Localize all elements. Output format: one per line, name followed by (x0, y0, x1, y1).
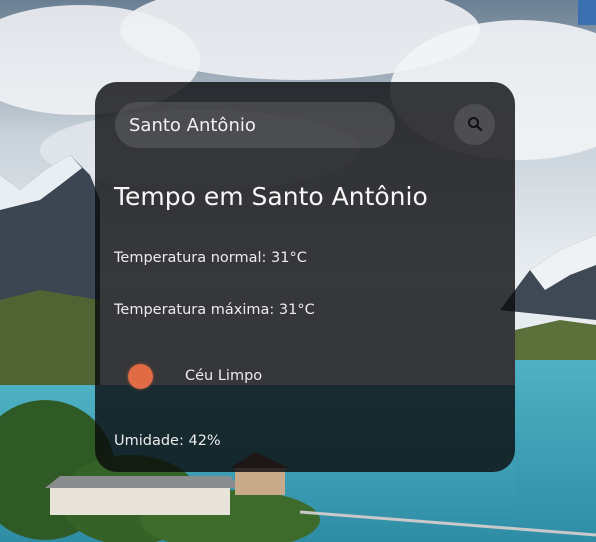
city-search-input[interactable] (115, 102, 395, 148)
temperature-max: Temperatura máxima: 31°C (114, 302, 315, 318)
clear-sky-sun-icon (128, 364, 153, 389)
weather-title: Tempo em Santo Antônio (114, 182, 428, 211)
humidity: Umidade: 42% (114, 433, 221, 449)
weather-condition: Céu Limpo (185, 368, 263, 384)
temperature-normal: Temperatura normal: 31°C (114, 250, 307, 266)
weather-card: Tempo em Santo Antônio Temperatura norma… (95, 82, 515, 472)
search-button[interactable] (454, 104, 495, 145)
